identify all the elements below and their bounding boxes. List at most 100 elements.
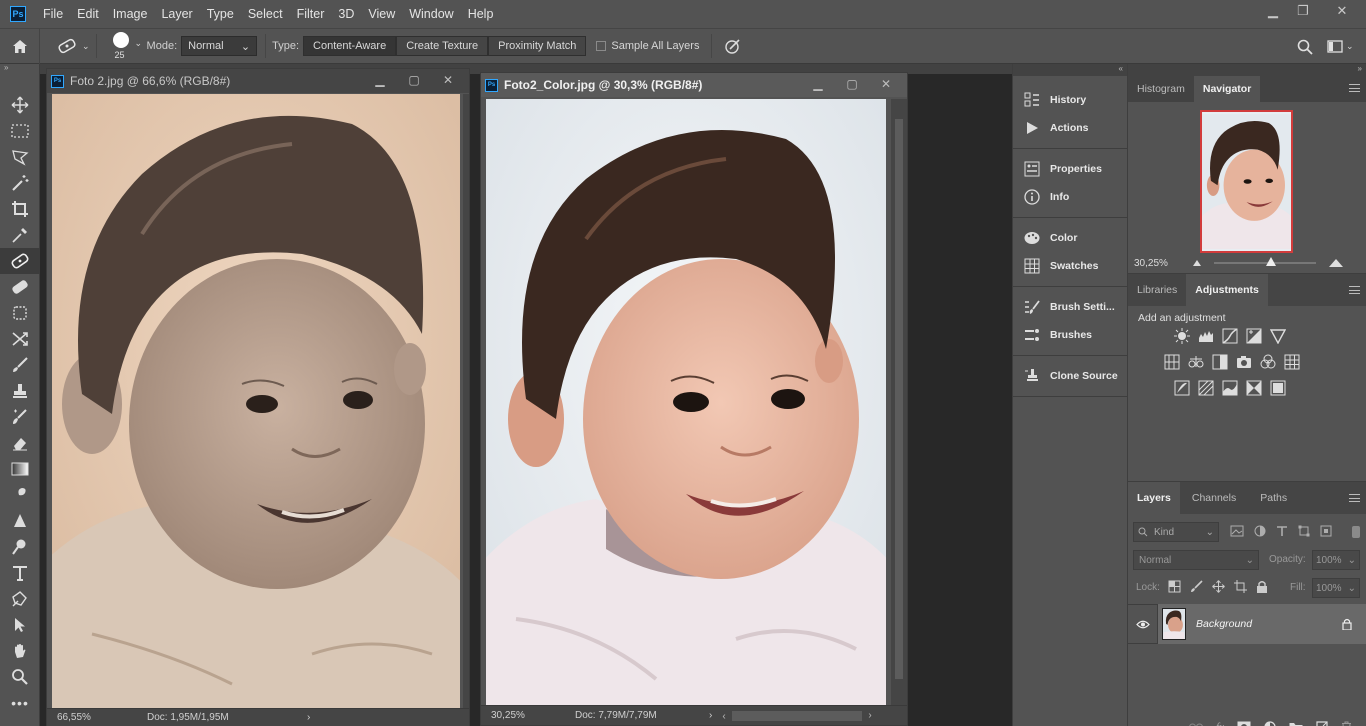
tab-channels[interactable]: Channels xyxy=(1180,482,1248,514)
vertical-scrollbar[interactable] xyxy=(463,94,469,708)
path-selection-tool[interactable] xyxy=(0,612,40,638)
filter-toggle[interactable] xyxy=(1352,524,1360,540)
crop-tool[interactable] xyxy=(0,196,40,222)
lasso-tool[interactable] xyxy=(0,144,40,170)
menu-file[interactable]: File xyxy=(36,0,70,28)
opacity-input[interactable]: 100% ⌄ xyxy=(1312,550,1360,570)
zoom-tool[interactable] xyxy=(0,664,40,690)
tab-libraries[interactable]: Libraries xyxy=(1128,274,1186,306)
blend-mode-select[interactable]: Normal ⌄ xyxy=(1133,550,1259,570)
restore-icon[interactable]: ▢ xyxy=(397,69,431,91)
trash-icon[interactable] xyxy=(1341,721,1352,726)
close-icon[interactable]: ✕ xyxy=(431,69,465,91)
menu-3d[interactable]: 3D xyxy=(331,0,361,28)
menu-image[interactable]: Image xyxy=(106,0,155,28)
minimize-icon[interactable]: ▁ xyxy=(363,69,397,91)
tab-layers[interactable]: Layers xyxy=(1128,482,1180,514)
brush-tool[interactable] xyxy=(0,352,40,378)
lock-position-icon[interactable] xyxy=(1212,580,1225,593)
marquee-tool[interactable] xyxy=(0,118,40,144)
selective-color-icon[interactable] xyxy=(1270,380,1286,396)
black-white-icon[interactable] xyxy=(1212,354,1228,370)
vertical-scrollbar[interactable] xyxy=(891,99,907,705)
menu-layer[interactable]: Layer xyxy=(154,0,199,28)
tab-histogram[interactable]: Histogram xyxy=(1128,76,1194,102)
chevron-right-icon[interactable]: › xyxy=(709,710,712,721)
zoom-in-icon[interactable] xyxy=(1328,258,1344,268)
zoom-out-icon[interactable] xyxy=(1192,259,1202,267)
blur-tool[interactable] xyxy=(0,482,40,508)
panel-actions[interactable]: Actions xyxy=(1013,114,1127,142)
tab-navigator[interactable]: Navigator xyxy=(1193,76,1261,102)
posterize-icon[interactable] xyxy=(1198,380,1214,396)
photo-filter-icon[interactable] xyxy=(1236,354,1252,370)
gradient-map-icon[interactable] xyxy=(1246,380,1262,396)
search-icon[interactable] xyxy=(1297,39,1313,55)
minimize-icon[interactable]: ▁ xyxy=(1258,0,1288,22)
vibrance-icon[interactable] xyxy=(1270,328,1286,344)
minimize-icon[interactable]: ▁ xyxy=(801,73,835,95)
scrollbar-thumb[interactable] xyxy=(895,119,903,679)
menu-window[interactable]: Window xyxy=(402,0,460,28)
panel-info[interactable]: Info xyxy=(1013,183,1127,211)
history-brush-tool[interactable] xyxy=(0,404,40,430)
panel-brush-settings[interactable]: Brush Setti... xyxy=(1013,293,1127,321)
brightness-icon[interactable] xyxy=(1174,328,1190,344)
image-canvas-color[interactable] xyxy=(486,99,886,705)
menu-view[interactable]: View xyxy=(361,0,402,28)
content-aware-button[interactable]: Content-Aware xyxy=(303,36,397,56)
lock-image-pixels-icon[interactable] xyxy=(1190,580,1203,593)
panel-menu-icon[interactable] xyxy=(1349,286,1360,294)
exposure-icon[interactable] xyxy=(1246,328,1262,344)
lock-all-icon[interactable] xyxy=(1256,580,1268,593)
menu-help[interactable]: Help xyxy=(461,0,501,28)
fill-input[interactable]: 100% ⌄ xyxy=(1312,578,1360,598)
shape-layer-filter-icon[interactable] xyxy=(1298,525,1310,537)
new-layer-icon[interactable] xyxy=(1316,721,1328,726)
horizontal-scrollbar[interactable] xyxy=(732,710,863,721)
pressure-size-icon[interactable] xyxy=(724,38,742,54)
panel-clone-source[interactable]: Clone Source xyxy=(1013,362,1127,390)
proximity-match-button[interactable]: Proximity Match xyxy=(488,36,587,56)
fx-icon[interactable]: fx xyxy=(1216,721,1224,726)
type-layer-filter-icon[interactable] xyxy=(1276,525,1288,537)
menu-filter[interactable]: Filter xyxy=(290,0,332,28)
invert-icon[interactable] xyxy=(1174,380,1190,396)
curves-icon[interactable] xyxy=(1222,328,1238,344)
panel-brushes[interactable]: Brushes xyxy=(1013,321,1127,349)
channel-mixer-icon[interactable] xyxy=(1260,354,1276,370)
menu-edit[interactable]: Edit xyxy=(70,0,106,28)
threshold-icon[interactable] xyxy=(1222,380,1238,396)
tab-adjustments[interactable]: Adjustments xyxy=(1186,274,1268,306)
workspace-switcher[interactable]: ⌄ xyxy=(1327,40,1354,53)
tool-preset-picker[interactable]: ⌄ xyxy=(56,38,90,54)
folder-icon[interactable] xyxy=(1289,722,1303,726)
layer-row-background[interactable]: Background xyxy=(1128,604,1366,644)
edit-toolbar-button[interactable]: ••• xyxy=(0,690,40,716)
scroll-right-icon[interactable]: › xyxy=(868,710,871,721)
lock-transparent-pixels-icon[interactable] xyxy=(1168,580,1181,593)
content-aware-move-tool[interactable] xyxy=(0,326,40,352)
hand-tool[interactable] xyxy=(0,638,40,664)
pen-tool[interactable] xyxy=(0,586,40,612)
smart-object-filter-icon[interactable] xyxy=(1320,525,1332,537)
collapse-column-icon[interactable]: « xyxy=(1013,64,1127,76)
navigator-zoom-value[interactable]: 30,25% xyxy=(1134,258,1184,269)
pixel-layer-filter-icon[interactable] xyxy=(1230,525,1244,537)
document-window-foto2-color[interactable]: Ps Foto2_Color.jpg @ 30,3% (RGB/8#) ▁ ▢ … xyxy=(480,72,908,726)
panel-menu-icon[interactable] xyxy=(1349,84,1360,92)
healing-brush-tool[interactable] xyxy=(0,274,40,300)
magic-wand-tool[interactable] xyxy=(0,170,40,196)
color-lookup-icon[interactable] xyxy=(1284,354,1300,370)
kind-filter-select[interactable]: Kind ⌄ xyxy=(1133,522,1219,542)
layer-visibility-toggle[interactable] xyxy=(1128,604,1158,644)
home-button[interactable] xyxy=(0,28,40,64)
image-canvas-sepia[interactable] xyxy=(52,94,460,708)
close-icon[interactable]: ✕ xyxy=(869,73,903,95)
panel-properties[interactable]: Properties xyxy=(1013,155,1127,183)
close-icon[interactable]: ✕ xyxy=(1318,0,1366,22)
spot-healing-tool[interactable] xyxy=(0,248,40,274)
new-adjustment-layer-icon[interactable] xyxy=(1264,721,1276,726)
panel-menu-icon[interactable] xyxy=(1349,494,1360,502)
type-tool[interactable] xyxy=(0,560,40,586)
